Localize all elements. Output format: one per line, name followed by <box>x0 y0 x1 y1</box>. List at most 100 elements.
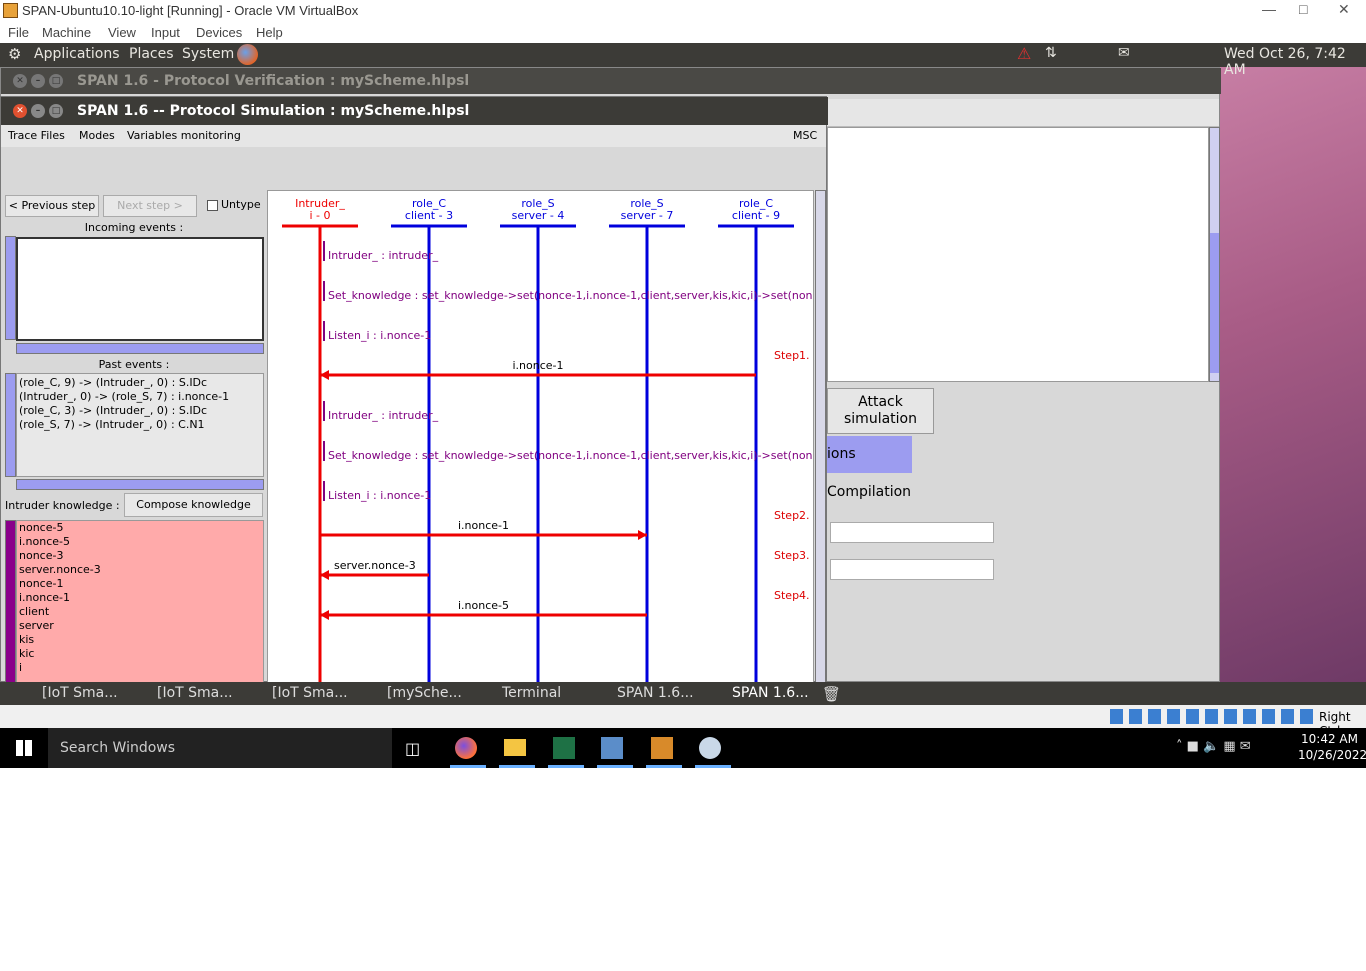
tray-icons[interactable]: ˄ ■ 🔈 ▦ ✉ <box>1176 739 1251 754</box>
paint-icon[interactable] <box>699 737 721 759</box>
next-step-button[interactable]: Next step > <box>103 195 197 217</box>
verif-minimize-icon[interactable]: – <box>31 74 45 88</box>
msc-step: Step2. <box>774 509 810 522</box>
menu-variables-monitoring[interactable]: Variables monitoring <box>127 129 241 142</box>
previous-step-button[interactable]: < Previous step <box>5 195 99 217</box>
knowledge-item[interactable]: i.nonce-5 <box>17 535 263 549</box>
intruder-knowledge-list[interactable]: nonce-5 i.nonce-5 nonce-3 server.nonce-3… <box>16 520 264 694</box>
verif-vscroll[interactable] <box>1209 127 1220 382</box>
maximize-icon[interactable]: □ <box>1299 1 1307 17</box>
past-event-row[interactable]: (role_S, 7) -> (Intruder_, 0) : C.N1 <box>17 418 263 432</box>
menu-view[interactable]: View <box>108 25 136 40</box>
untype-checkbox[interactable] <box>207 200 218 211</box>
windows-start-icon[interactable] <box>16 740 32 756</box>
taskbar-item[interactable]: [mySche... <box>387 685 462 701</box>
menu-devices[interactable]: Devices <box>196 25 242 40</box>
role-instance: server - 7 <box>621 209 674 222</box>
verif-field-1[interactable] <box>830 522 994 543</box>
role-instance: server - 4 <box>512 209 565 222</box>
msc-vscroll[interactable] <box>815 190 826 694</box>
knowledge-item[interactable]: client <box>17 605 263 619</box>
past-hscroll[interactable] <box>16 479 264 490</box>
status-icons[interactable] <box>1110 709 1315 724</box>
menu-modes[interactable]: Modes <box>79 129 115 142</box>
past-event-row[interactable]: (role_C, 9) -> (Intruder_, 0) : S.IDc <box>17 376 263 390</box>
vbox-menu-bar: File Machine View Input Devices Help <box>0 22 1366 43</box>
minimize-icon[interactable]: — <box>1262 1 1276 17</box>
search-box[interactable]: Search Windows <box>48 728 392 768</box>
taskbar-item[interactable]: SPAN 1.6... <box>617 685 694 701</box>
incoming-hscroll[interactable] <box>16 343 264 354</box>
knowledge-item[interactable]: kis <box>17 633 263 647</box>
virtualbox-taskbar-icon[interactable] <box>601 737 623 759</box>
trash-icon[interactable]: 🗑 <box>822 685 841 703</box>
options-tab[interactable]: ions <box>827 436 912 473</box>
attack-simulation-button[interactable]: Attack simulation <box>827 388 934 434</box>
sim-close-icon[interactable]: ✕ <box>13 104 27 118</box>
taskbar-underline <box>450 765 732 768</box>
close-icon[interactable]: ✕ <box>1338 1 1350 18</box>
menu-help[interactable]: Help <box>256 25 283 40</box>
verif-field-2[interactable] <box>830 559 994 580</box>
past-events-list[interactable]: (role_C, 9) -> (Intruder_, 0) : S.IDc (I… <box>16 373 264 477</box>
past-vscroll[interactable] <box>5 373 16 477</box>
firefox-taskbar-icon[interactable] <box>455 737 477 759</box>
clock[interactable]: Wed Oct 26, 7:42 AM <box>1224 46 1366 78</box>
knowledge-item[interactable]: i <box>17 661 263 675</box>
knowledge-item[interactable]: kic <box>17 647 263 661</box>
network-arrows-icon[interactable]: ⇅ <box>1045 45 1057 61</box>
menu-msc[interactable]: MSC <box>793 129 817 142</box>
msc-note: Listen_i : i.nonce-1 <box>328 329 431 342</box>
mail-icon[interactable]: ✉ <box>1118 45 1130 61</box>
taskbar-item[interactable]: [IoT Sma... <box>157 685 233 701</box>
past-event-row[interactable]: (Intruder_, 0) -> (role_S, 7) : i.nonce-… <box>17 390 263 404</box>
ubuntu-logo-icon[interactable]: ⚙ <box>8 45 21 63</box>
options-label: ions <box>827 446 856 462</box>
role-instance: client - 3 <box>405 209 453 222</box>
taskbar-item-active[interactable]: SPAN 1.6... <box>732 685 809 701</box>
taskbar-item[interactable]: [IoT Sma... <box>42 685 118 701</box>
sim-minimize-icon[interactable]: – <box>31 104 45 118</box>
menu-machine[interactable]: Machine <box>42 25 91 40</box>
verification-title-bar: ✕ – □ SPAN 1.6 - Protocol Verification :… <box>1 68 1221 94</box>
knowledge-item[interactable]: nonce-5 <box>17 521 263 535</box>
menu-system[interactable]: System <box>182 46 234 62</box>
compose-knowledge-button[interactable]: Compose knowledge <box>124 493 263 517</box>
excel-icon[interactable] <box>553 737 575 759</box>
msc-message-label: server.nonce-3 <box>334 559 416 572</box>
past-event-row[interactable]: (role_C, 3) -> (Intruder_, 0) : S.IDc <box>17 404 263 418</box>
msc-message-label: i.nonce-1 <box>458 519 509 532</box>
explorer-icon[interactable] <box>504 739 526 756</box>
compilation-label: Compilation <box>827 484 912 500</box>
task-view-icon[interactable]: ◫ <box>405 739 420 758</box>
msc-note: Intruder_ : intruder_ <box>328 409 439 422</box>
menu-file[interactable]: File <box>8 25 29 40</box>
simulation-window: ✕ – □ SPAN 1.6 -- Protocol Simulation : … <box>0 96 828 705</box>
knowledge-item[interactable]: i.nonce-1 <box>17 591 263 605</box>
menu-trace-files[interactable]: Trace Files <box>8 129 65 142</box>
incoming-events-label: Incoming events : <box>84 221 184 234</box>
knowledge-item[interactable]: server.nonce-3 <box>17 563 263 577</box>
menu-input[interactable]: Input <box>151 25 180 40</box>
taskbar-item[interactable]: [IoT Sma... <box>272 685 348 701</box>
incoming-vscroll[interactable] <box>5 236 16 340</box>
menu-places[interactable]: Places <box>129 46 174 62</box>
warning-icon[interactable]: ⚠ <box>1017 44 1031 63</box>
menu-applications[interactable]: Applications <box>34 46 120 62</box>
incoming-events-list[interactable] <box>16 237 264 341</box>
span-taskbar-icon[interactable] <box>651 737 673 759</box>
vbox-status-bar: Right Ctrl <box>0 705 1366 738</box>
verif-close-icon[interactable]: ✕ <box>13 74 27 88</box>
knowledge-item[interactable]: server <box>17 619 263 633</box>
win-date[interactable]: 10/26/2022 <box>1298 748 1366 762</box>
taskbar-item[interactable]: Terminal <box>502 685 561 701</box>
attack-simulation-label-1: Attack <box>858 394 903 410</box>
verif-maximize-icon[interactable]: □ <box>49 74 63 88</box>
knowledge-item[interactable]: nonce-1 <box>17 577 263 591</box>
firefox-icon[interactable] <box>237 44 258 65</box>
msc-step: Step1. <box>774 349 810 362</box>
win-time[interactable]: 10:42 AM <box>1301 732 1358 746</box>
knowledge-vscroll[interactable] <box>5 520 16 694</box>
sim-maximize-icon[interactable]: □ <box>49 104 63 118</box>
knowledge-item[interactable]: nonce-3 <box>17 549 263 563</box>
